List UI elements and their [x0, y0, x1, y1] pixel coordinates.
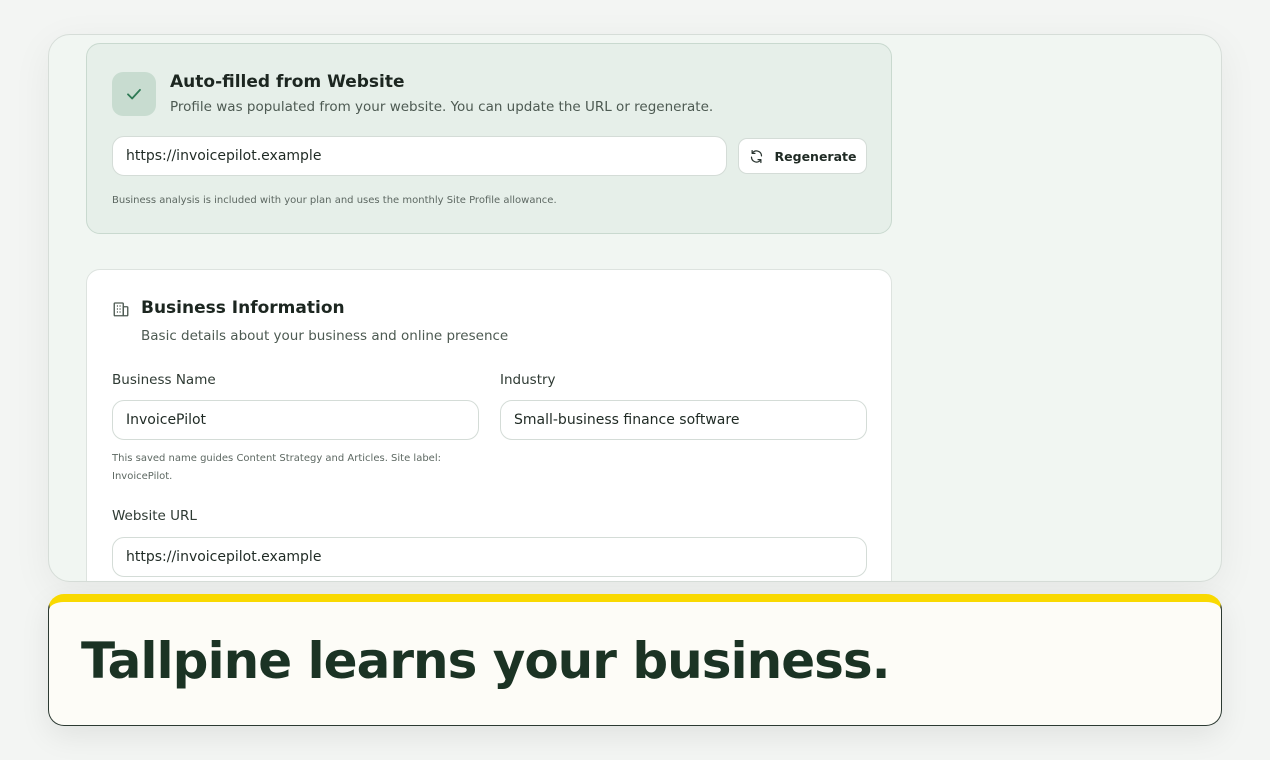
autofill-subtitle: Profile was populated from your website.…: [170, 99, 714, 115]
business-information-card: Business Information Basic details about…: [86, 269, 892, 581]
autofill-title: Auto-filled from Website: [170, 72, 405, 92]
caption-text: Tallpine learns your business.: [81, 632, 891, 690]
website-url-label: Website URL: [112, 508, 197, 524]
business-information-subtitle: Basic details about your business and on…: [141, 328, 509, 344]
check-icon: [112, 72, 156, 116]
caption-banner: Tallpine learns your business.: [48, 594, 1222, 726]
website-url-field[interactable]: [112, 537, 867, 577]
industry-input[interactable]: [500, 400, 867, 440]
business-information-title: Business Information: [141, 298, 345, 318]
refresh-icon: [749, 149, 764, 164]
building-icon: [112, 300, 130, 318]
regenerate-label: Regenerate: [774, 148, 857, 164]
business-name-help: This saved name guides Content Strategy …: [112, 453, 441, 482]
business-name-input[interactable]: [112, 400, 479, 440]
website-url-input[interactable]: [112, 136, 727, 176]
industry-label: Industry: [500, 372, 556, 388]
regenerate-button[interactable]: Regenerate: [738, 138, 867, 174]
app-window: Auto-filled from Website Profile was pop…: [48, 34, 1222, 582]
business-name-label: Business Name: [112, 372, 216, 388]
plan-allowance-note: Business analysis is included with your …: [112, 195, 557, 206]
autofill-card: Auto-filled from Website Profile was pop…: [86, 43, 892, 234]
